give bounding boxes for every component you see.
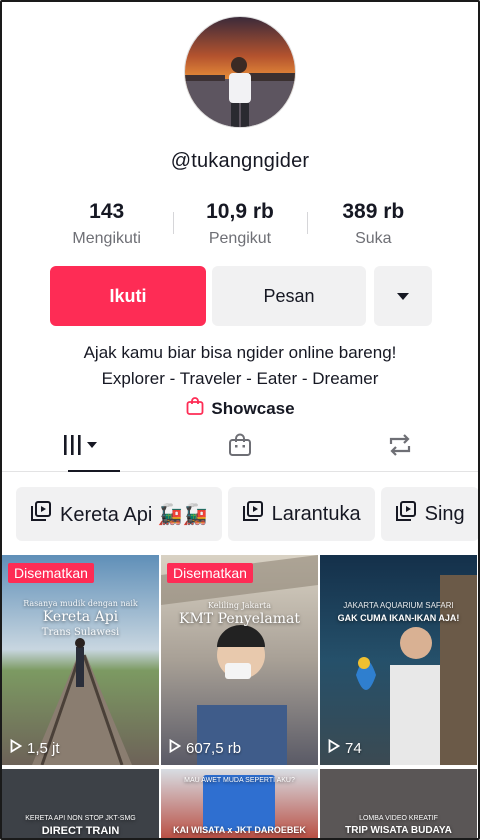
playlist-chip[interactable]: Kereta Api 🚂🚂 [16,487,222,541]
shopping-bag-icon [227,432,253,463]
video-caption-title: GAK CUMA IKAN-IKAN AJA! [337,613,460,623]
view-count: 74 [328,738,362,757]
playlist-label: Sing [424,502,465,525]
video-caption-small: Keliling Jakarta [208,601,271,610]
profile-actions: Ikuti Pesan [50,266,432,326]
follow-button[interactable]: Ikuti [50,266,206,326]
stat-label: Suka [355,230,392,247]
playlist-icon [30,500,52,528]
stat-label: Mengikuti [72,230,141,247]
playlist-label: Larantuka [271,502,361,525]
stat-followers[interactable]: 10,9 rb Pengikut [173,198,306,254]
profile-username: @tukangngider [170,150,310,172]
video-caption-title: TRIP WISATA BUDAYA [345,825,452,836]
profile-tabs [0,424,480,472]
view-count-value: 1,5 jt [27,739,60,757]
stat-likes[interactable]: 389 rb Suka [306,198,440,254]
playlist-label: Kereta Api 🚂🚂 [60,503,208,526]
showcase-link[interactable]: Showcase [0,396,480,421]
playlist-chips: Kereta Api 🚂🚂 Larantuka Sing [16,487,479,541]
playlist-chip[interactable]: Sing [380,487,479,541]
view-count: 607,5 rb [169,738,242,757]
showcase-label: Showcase [211,398,295,418]
view-count: 1,5 jt [10,738,60,757]
video-caption-small: LOMBA VIDEO KREATIF [359,815,438,822]
grid-icon [60,433,100,462]
video-caption-small: KERETA API NON STOP JKT-SMG [25,815,136,822]
more-options-button[interactable] [374,266,432,326]
video-thumbnail[interactable]: JAKARTA AQUARIUM SAFARI GAK CUMA IKAN-IK… [320,555,477,765]
play-icon [10,738,23,757]
shopping-bag-icon [185,396,205,421]
video-grid: Disematkan Rasanya mudik dengan naik Ker… [2,555,478,840]
video-thumbnail[interactable]: LOMBA VIDEO KREATIF TRIP WISATA BUDAYA [320,769,477,840]
playlist-icon [395,500,417,528]
message-button[interactable]: Pesan [212,266,366,326]
play-icon [169,738,182,757]
video-caption-subtitle: Trans Sulawesi [41,627,120,638]
bio-line: Explorer - Traveler - Eater - Dreamer [101,369,379,388]
view-count-value: 74 [345,739,362,757]
repost-icon [386,432,414,463]
video-thumbnail[interactable]: Disematkan Rasanya mudik dengan naik Ker… [2,555,159,765]
chevron-down-icon [396,286,410,307]
profile-bio: Ajak kamu biar bisa ngider online bareng… [0,340,480,392]
video-thumbnail[interactable]: KERETA API NON STOP JKT-SMG DIRECT TRAIN [2,769,159,840]
profile-avatar[interactable] [184,16,296,128]
stat-label: Pengikut [208,230,272,247]
pinned-badge: Disematkan [167,563,253,583]
video-caption-title: DIRECT TRAIN [41,825,120,837]
video-caption-title: Kereta Api [42,609,119,625]
bio-line: Ajak kamu biar bisa ngider online bareng… [83,343,397,362]
video-caption-title: KAI WISATA x JKT DAROEBEK [173,825,306,835]
playlist-chip[interactable]: Larantuka [227,487,375,541]
stat-value: 389 rb [342,200,405,223]
tab-reposts[interactable] [320,424,480,471]
stat-value: 10,9 rb [206,200,274,223]
view-count-value: 607,5 rb [186,739,242,757]
video-thumbnail[interactable]: Disematkan Keliling Jakarta KMT Penyelam… [161,555,318,765]
stat-following[interactable]: 143 Mengikuti [40,198,173,254]
video-thumbnail[interactable]: MAU AWET MUDA SEPERTI AKU? KAI WISATA x … [161,769,318,840]
tab-shop[interactable] [160,424,320,471]
stat-value: 143 [89,200,125,223]
video-caption-small: MAU AWET MUDA SEPERTI AKU? [184,777,295,784]
play-icon [328,738,341,757]
playlist-icon [242,500,264,528]
profile-stats: 143 Mengikuti 10,9 rb Pengikut 389 rb Su… [40,198,440,254]
video-caption-small: Rasanya mudik dengan naik [23,599,138,608]
pinned-badge: Disematkan [8,563,94,583]
tab-videos[interactable] [0,424,160,472]
video-caption-small: JAKARTA AQUARIUM SAFARI [343,601,454,610]
video-caption-title: KMT Penyelamat [179,611,300,627]
